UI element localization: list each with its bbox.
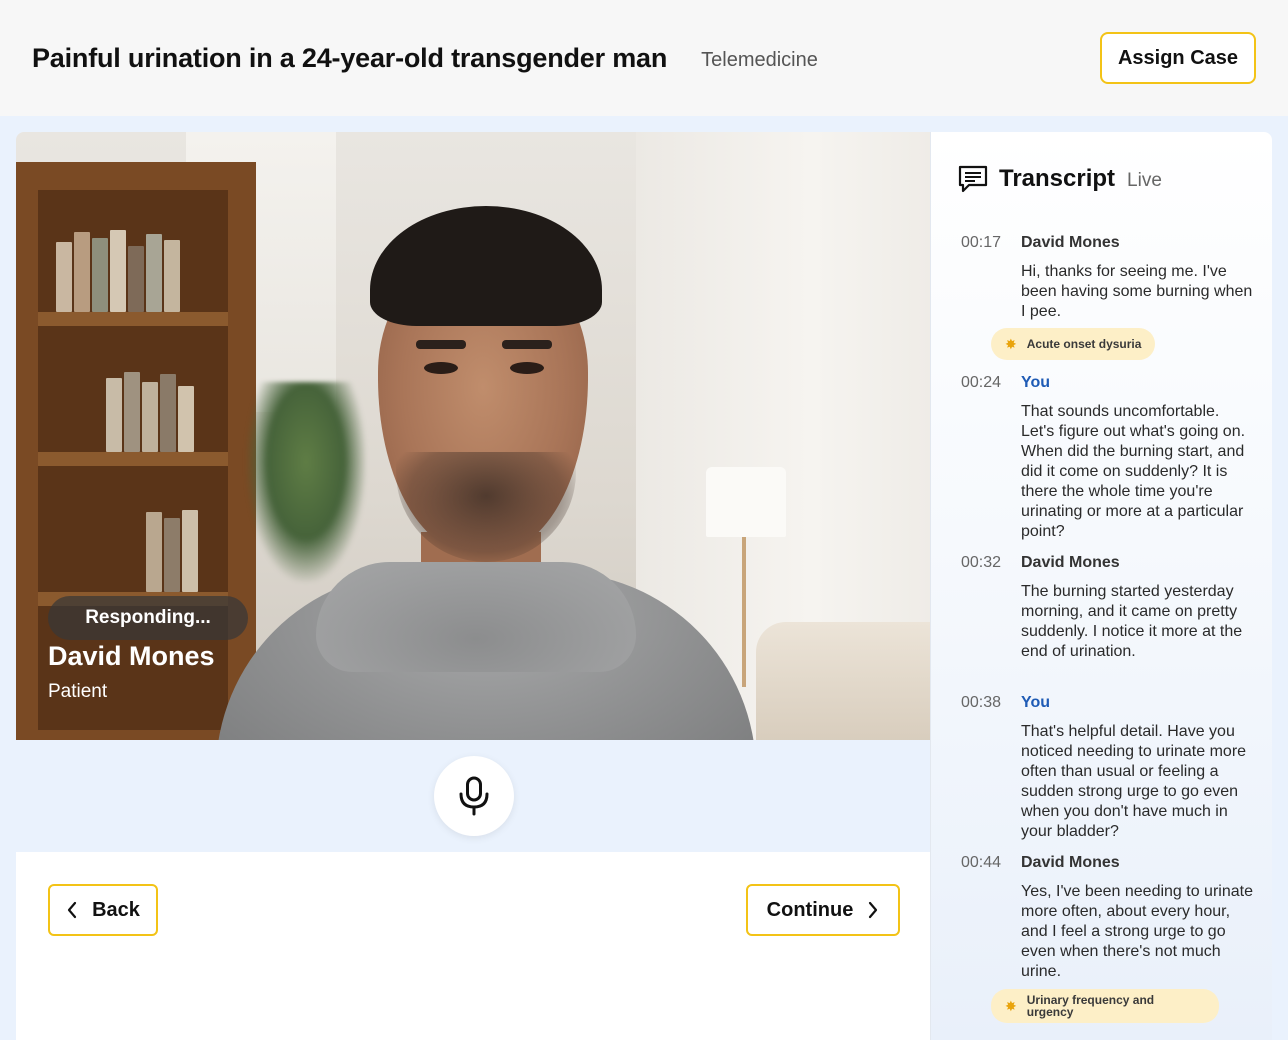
entry-time: 00:24 (961, 374, 1002, 391)
status-badge: Responding... (48, 596, 248, 640)
entry-text: That sounds uncomfortable. Let's figure … (1021, 403, 1246, 540)
chevron-left-icon (67, 901, 77, 919)
finding-tag-label: Acute onset dysuria (1026, 337, 1142, 351)
transcript-icon (958, 165, 988, 193)
entry-time: 00:32 (961, 554, 1002, 571)
entry-speaker: David Mones (1021, 234, 1120, 251)
finding-tag-label: Urinary frequency and urgency (1026, 993, 1155, 1019)
entry-text: Hi, thanks for seeing me. I've been havi… (1021, 263, 1253, 320)
entry-speaker: David Mones (1021, 854, 1120, 871)
background-lamp (706, 467, 786, 537)
patient-hair (370, 206, 602, 326)
case-mode: Telemedicine (701, 48, 818, 71)
entry-time: 00:17 (961, 234, 1002, 251)
entry-text: That's helpful detail. Have you noticed … (1021, 723, 1247, 840)
entry-text: Yes, I've been needing to urinate more o… (1021, 883, 1253, 980)
live-indicator: Live (1127, 170, 1162, 191)
page-header: Painful urination in a 24-year-old trans… (0, 0, 1288, 116)
background-sofa (756, 622, 930, 740)
star-icon: ✸ (1005, 335, 1017, 352)
microphone-button[interactable] (434, 756, 514, 836)
transcript-header: Transcript Live (957, 164, 1162, 194)
finding-tag: ✸ Acute onset dysuria (991, 328, 1156, 360)
back-button[interactable]: Back (48, 884, 158, 936)
continue-button[interactable]: Continue (746, 884, 900, 936)
back-label: Back (92, 898, 140, 921)
transcript-panel: Transcript Live 00:17 David Mones Hi, th… (930, 132, 1272, 1040)
patient-video: Responding... David Mones Patient (16, 132, 930, 740)
entry-speaker: You (1021, 694, 1051, 711)
entry-speaker: David Mones (1021, 554, 1120, 571)
assign-case-button[interactable]: Assign Case (1100, 32, 1256, 84)
finding-tag: ✸ Urinary frequency and urgency (991, 989, 1219, 1023)
entry-time: 00:44 (961, 854, 1002, 871)
navigation-panel: Back Continue (16, 852, 930, 1040)
case-title: Painful urination in a 24-year-old trans… (32, 42, 668, 73)
chevron-right-icon (869, 901, 878, 919)
star-icon: ✸ (1005, 997, 1017, 1014)
entry-time: 00:38 (961, 694, 1002, 711)
entry-speaker: You (1021, 374, 1051, 391)
patient-name: David Mones (48, 641, 215, 671)
microphone-icon (459, 776, 489, 816)
entry-text: The burning started yesterday morning, a… (1021, 583, 1243, 660)
patient-role: Patient (48, 681, 108, 702)
transcript-title: Transcript (999, 165, 1116, 192)
background-plant (246, 382, 366, 582)
continue-label: Continue (766, 898, 854, 921)
